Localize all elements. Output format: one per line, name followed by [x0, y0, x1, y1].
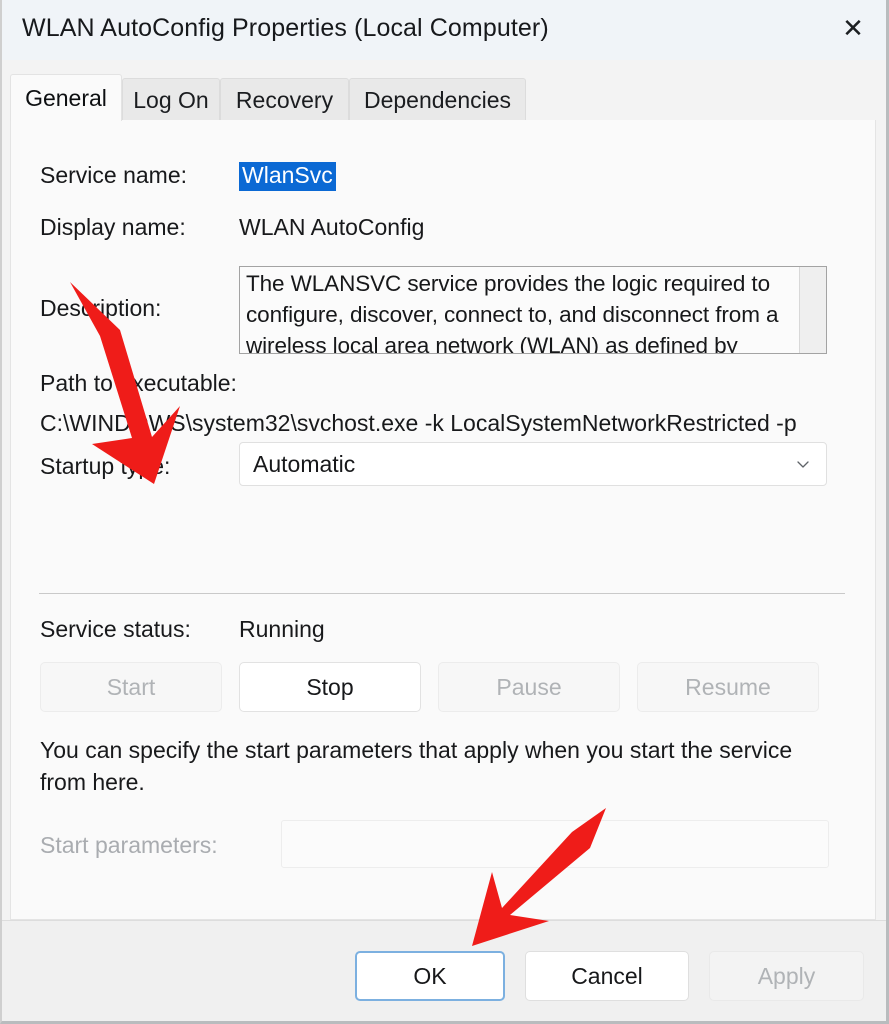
service-properties-dialog: WLAN AutoConfig Properties (Local Comput… — [0, 0, 889, 1024]
startup-type-dropdown[interactable]: Automatic — [239, 442, 827, 486]
start-parameters-input[interactable] — [281, 820, 829, 868]
description-scrollbar[interactable] — [799, 267, 826, 353]
display-name-label: Display name: — [40, 214, 186, 241]
chevron-down-icon — [795, 456, 811, 472]
description-value: The WLANSVC service provides the logic r… — [246, 268, 794, 354]
startup-type-label: Startup type: — [40, 453, 170, 480]
close-button[interactable]: ✕ — [820, 0, 886, 58]
tab-dependencies-label: Dependencies — [364, 87, 511, 114]
tab-recovery-label: Recovery — [236, 87, 333, 114]
resume-service-label: Resume — [685, 674, 771, 701]
stop-service-label: Stop — [306, 674, 353, 701]
start-service-button[interactable]: Start — [40, 662, 222, 712]
path-to-executable-label: Path to executable: — [40, 370, 237, 397]
apply-button[interactable]: Apply — [709, 951, 864, 1001]
start-parameters-note: You can specify the start parameters tha… — [40, 734, 840, 798]
service-name-value[interactable]: WlanSvc — [239, 162, 336, 191]
service-status-value: Running — [239, 616, 325, 643]
tab-recovery[interactable]: Recovery — [220, 78, 349, 121]
tab-dependencies[interactable]: Dependencies — [349, 78, 526, 121]
general-tab-panel: Service name: WlanSvc Display name: WLAN… — [10, 120, 876, 920]
description-label: Description: — [40, 295, 161, 322]
tab-strip: General Log On Recovery Dependencies — [2, 60, 886, 121]
service-name-label: Service name: — [40, 162, 187, 189]
stop-service-button[interactable]: Stop — [239, 662, 421, 712]
tab-log-on[interactable]: Log On — [122, 78, 220, 121]
tab-log-on-label: Log On — [133, 87, 208, 114]
pause-service-button[interactable]: Pause — [438, 662, 620, 712]
title-bar: WLAN AutoConfig Properties (Local Comput… — [2, 0, 886, 60]
startup-type-value: Automatic — [253, 451, 355, 478]
path-to-executable-value: C:\WINDOWS\system32\svchost.exe -k Local… — [40, 410, 797, 437]
dialog-footer: OK Cancel Apply — [2, 920, 886, 1022]
start-parameters-label: Start parameters: — [40, 832, 218, 859]
start-service-label: Start — [107, 674, 156, 701]
service-status-label: Service status: — [40, 616, 191, 643]
ok-button-label: OK — [413, 963, 446, 990]
cancel-button-label: Cancel — [571, 963, 643, 990]
cancel-button[interactable]: Cancel — [525, 951, 689, 1001]
apply-button-label: Apply — [758, 963, 816, 990]
pause-service-label: Pause — [496, 674, 561, 701]
display-name-value: WLAN AutoConfig — [239, 214, 424, 241]
resume-service-button[interactable]: Resume — [637, 662, 819, 712]
ok-button[interactable]: OK — [355, 951, 505, 1001]
section-divider — [39, 593, 845, 594]
tab-general-label: General — [25, 85, 107, 112]
window-title: WLAN AutoConfig Properties (Local Comput… — [22, 14, 549, 43]
close-icon: ✕ — [842, 16, 864, 42]
tab-general[interactable]: General — [10, 74, 122, 121]
description-textbox[interactable]: The WLANSVC service provides the logic r… — [239, 266, 827, 354]
